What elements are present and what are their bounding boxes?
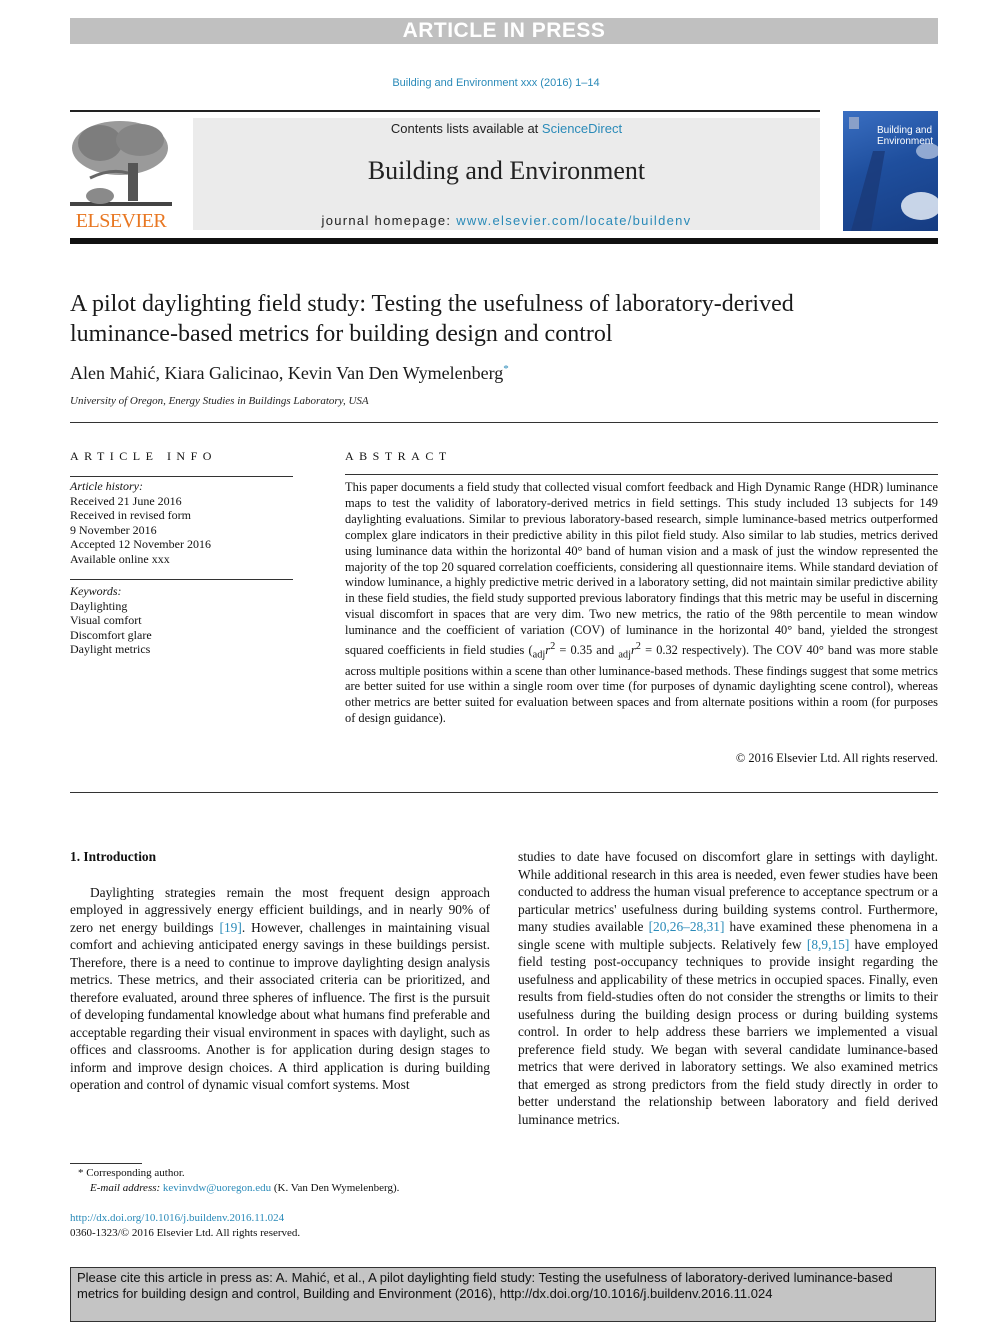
sciencedirect-link[interactable]: ScienceDirect	[542, 121, 622, 136]
homepage-label: journal homepage:	[321, 213, 457, 228]
corresponding-author-mark[interactable]: *	[503, 363, 509, 375]
cover-title-line-2: Environment	[877, 136, 934, 147]
divider	[70, 579, 293, 580]
article-info-heading: ARTICLE INFO	[70, 449, 217, 463]
subscript: adj	[618, 649, 631, 661]
author-list: Alen Mahić, Kiara Galicinao, Kevin Van D…	[70, 363, 509, 384]
elsevier-wordmark: ELSEVIER	[75, 210, 167, 232]
history-item: Received in revised form	[70, 508, 191, 522]
section-heading: 1. Introduction	[70, 849, 157, 864]
article-history: Article history: Received 21 June 2016 R…	[70, 479, 293, 566]
paragraph-text: have employed field testing post-occupan…	[518, 936, 938, 1127]
journal-header: Contents lists available at ScienceDirec…	[193, 118, 820, 230]
homepage-line: journal homepage: www.elsevier.com/locat…	[193, 213, 820, 228]
abstract-part: This paper documents a field study that …	[345, 480, 938, 658]
body-column-left: 1. Introduction Daylighting strategies r…	[70, 848, 490, 1094]
abstract-text: This paper documents a field study that …	[345, 480, 939, 726]
history-item: Accepted 12 November 2016	[70, 537, 211, 551]
divider	[70, 792, 938, 793]
email-link[interactable]: kevinvdw@uoregon.edu	[163, 1182, 271, 1194]
doi-block: http://dx.doi.org/10.1016/j.buildenv.201…	[70, 1211, 300, 1241]
doi-link[interactable]: http://dx.doi.org/10.1016/j.buildenv.201…	[70, 1211, 300, 1226]
paragraph-text: . However, challenges in maintaining vis…	[70, 919, 490, 1093]
journal-homepage-link[interactable]: www.elsevier.com/locate/buildenv	[456, 213, 691, 228]
divider	[70, 422, 938, 423]
history-item: Received 21 June 2016	[70, 493, 182, 508]
citation-box: Please cite this article in press as: A.…	[70, 1267, 936, 1322]
citation-link[interactable]: [19]	[220, 920, 242, 935]
divider	[345, 474, 938, 475]
affiliation: University of Oregon, Energy Studies in …	[70, 395, 369, 407]
keyword: Daylight metrics	[70, 642, 151, 656]
corresponding-note: * Corresponding author.	[70, 1166, 490, 1181]
issn-line: 0360-1323/© 2016 Elsevier Ltd. All right…	[70, 1227, 301, 1239]
copyright: © 2016 Elsevier Ltd. All rights reserved…	[735, 751, 938, 765]
email-label: E-mail address:	[90, 1182, 163, 1194]
authors-text: Alen Mahić, Kiara Galicinao, Kevin Van D…	[70, 363, 504, 383]
paragraph: Daylighting strategies remain the most f…	[70, 884, 490, 1094]
subscript: adj	[532, 649, 546, 661]
keyword: Daylighting	[70, 598, 128, 613]
history-item: Available online xxx	[70, 551, 170, 566]
contents-label: Contents lists available at	[390, 121, 542, 136]
footnote: * Corresponding author. E-mail address: …	[70, 1166, 490, 1196]
elsevier-logo[interactable]: ELSEVIER	[70, 118, 172, 232]
header-top-rule	[70, 110, 820, 112]
cover-title: Building and Environment	[877, 125, 933, 147]
abstract-heading: ABSTRACT	[345, 449, 452, 463]
keywords: Keywords: Daylighting Visual comfort Dis…	[70, 584, 293, 657]
keywords-label: Keywords:	[70, 584, 122, 598]
keyword: Visual comfort	[70, 613, 142, 627]
body-column-right: studies to date have focused on discomfo…	[518, 848, 938, 1128]
journal-reference-link[interactable]: Building and Environment xxx (2016) 1–14	[0, 77, 992, 89]
divider	[70, 476, 293, 477]
contents-line: Contents lists available at ScienceDirec…	[193, 121, 820, 136]
article-in-press-banner: ARTICLE IN PRESS	[70, 18, 938, 44]
footnote-rule	[70, 1163, 142, 1164]
history-item: 9 November 2016	[70, 522, 157, 537]
citation-link[interactable]: [8,9,15]	[807, 937, 849, 952]
email-suffix: (K. Van Den Wymelenberg).	[271, 1182, 400, 1194]
citation-link[interactable]: [20,26–28,31]	[649, 919, 725, 934]
paper-title: A pilot daylighting field study: Testing…	[70, 291, 794, 347]
abstract-part: = 0.35 and	[555, 643, 619, 658]
cover-title-line-1: Building and	[877, 125, 933, 136]
keyword: Discomfort glare	[70, 627, 152, 642]
header-bottom-rule	[70, 238, 938, 244]
footnote-text: Corresponding author.	[83, 1167, 185, 1179]
journal-cover-image[interactable]: Building and Environment	[843, 111, 938, 231]
journal-title: Building and Environment	[367, 156, 646, 185]
elsevier-tree-icon	[70, 118, 172, 208]
email-line: E-mail address: kevinvdw@uoregon.edu (K.…	[70, 1181, 490, 1196]
article-history-label: Article history:	[70, 479, 143, 493]
